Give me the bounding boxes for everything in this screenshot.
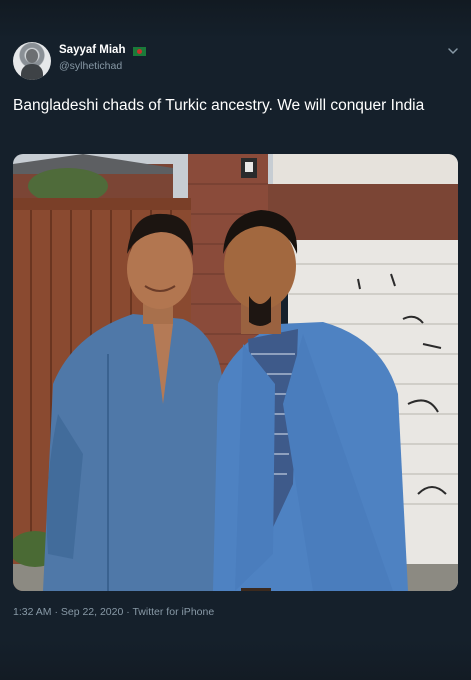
bangladesh-flag-icon [133, 47, 146, 56]
avatar-torso [21, 64, 43, 80]
tweet-timestamp[interactable]: 1:32 AM · Sep 22, 2020 · Twitter for iPh… [13, 606, 214, 618]
tweet-text: Bangladeshi chads of Turkic ancestry. We… [13, 97, 425, 114]
chevron-down-icon[interactable] [447, 46, 459, 56]
author-handle[interactable]: @sylhetichad [59, 60, 122, 72]
avatar-face [26, 49, 38, 63]
avatar[interactable] [13, 42, 51, 80]
flag-dot [137, 49, 142, 54]
tweet-photo[interactable] [13, 154, 458, 591]
tweet-card: Sayyaf Miah @sylhetichad Bangladeshi cha… [0, 36, 471, 626]
page: Sayyaf Miah @sylhetichad Bangladeshi cha… [0, 0, 471, 680]
author-name[interactable]: Sayyaf Miah [59, 44, 125, 56]
photo-illustration [13, 154, 458, 591]
